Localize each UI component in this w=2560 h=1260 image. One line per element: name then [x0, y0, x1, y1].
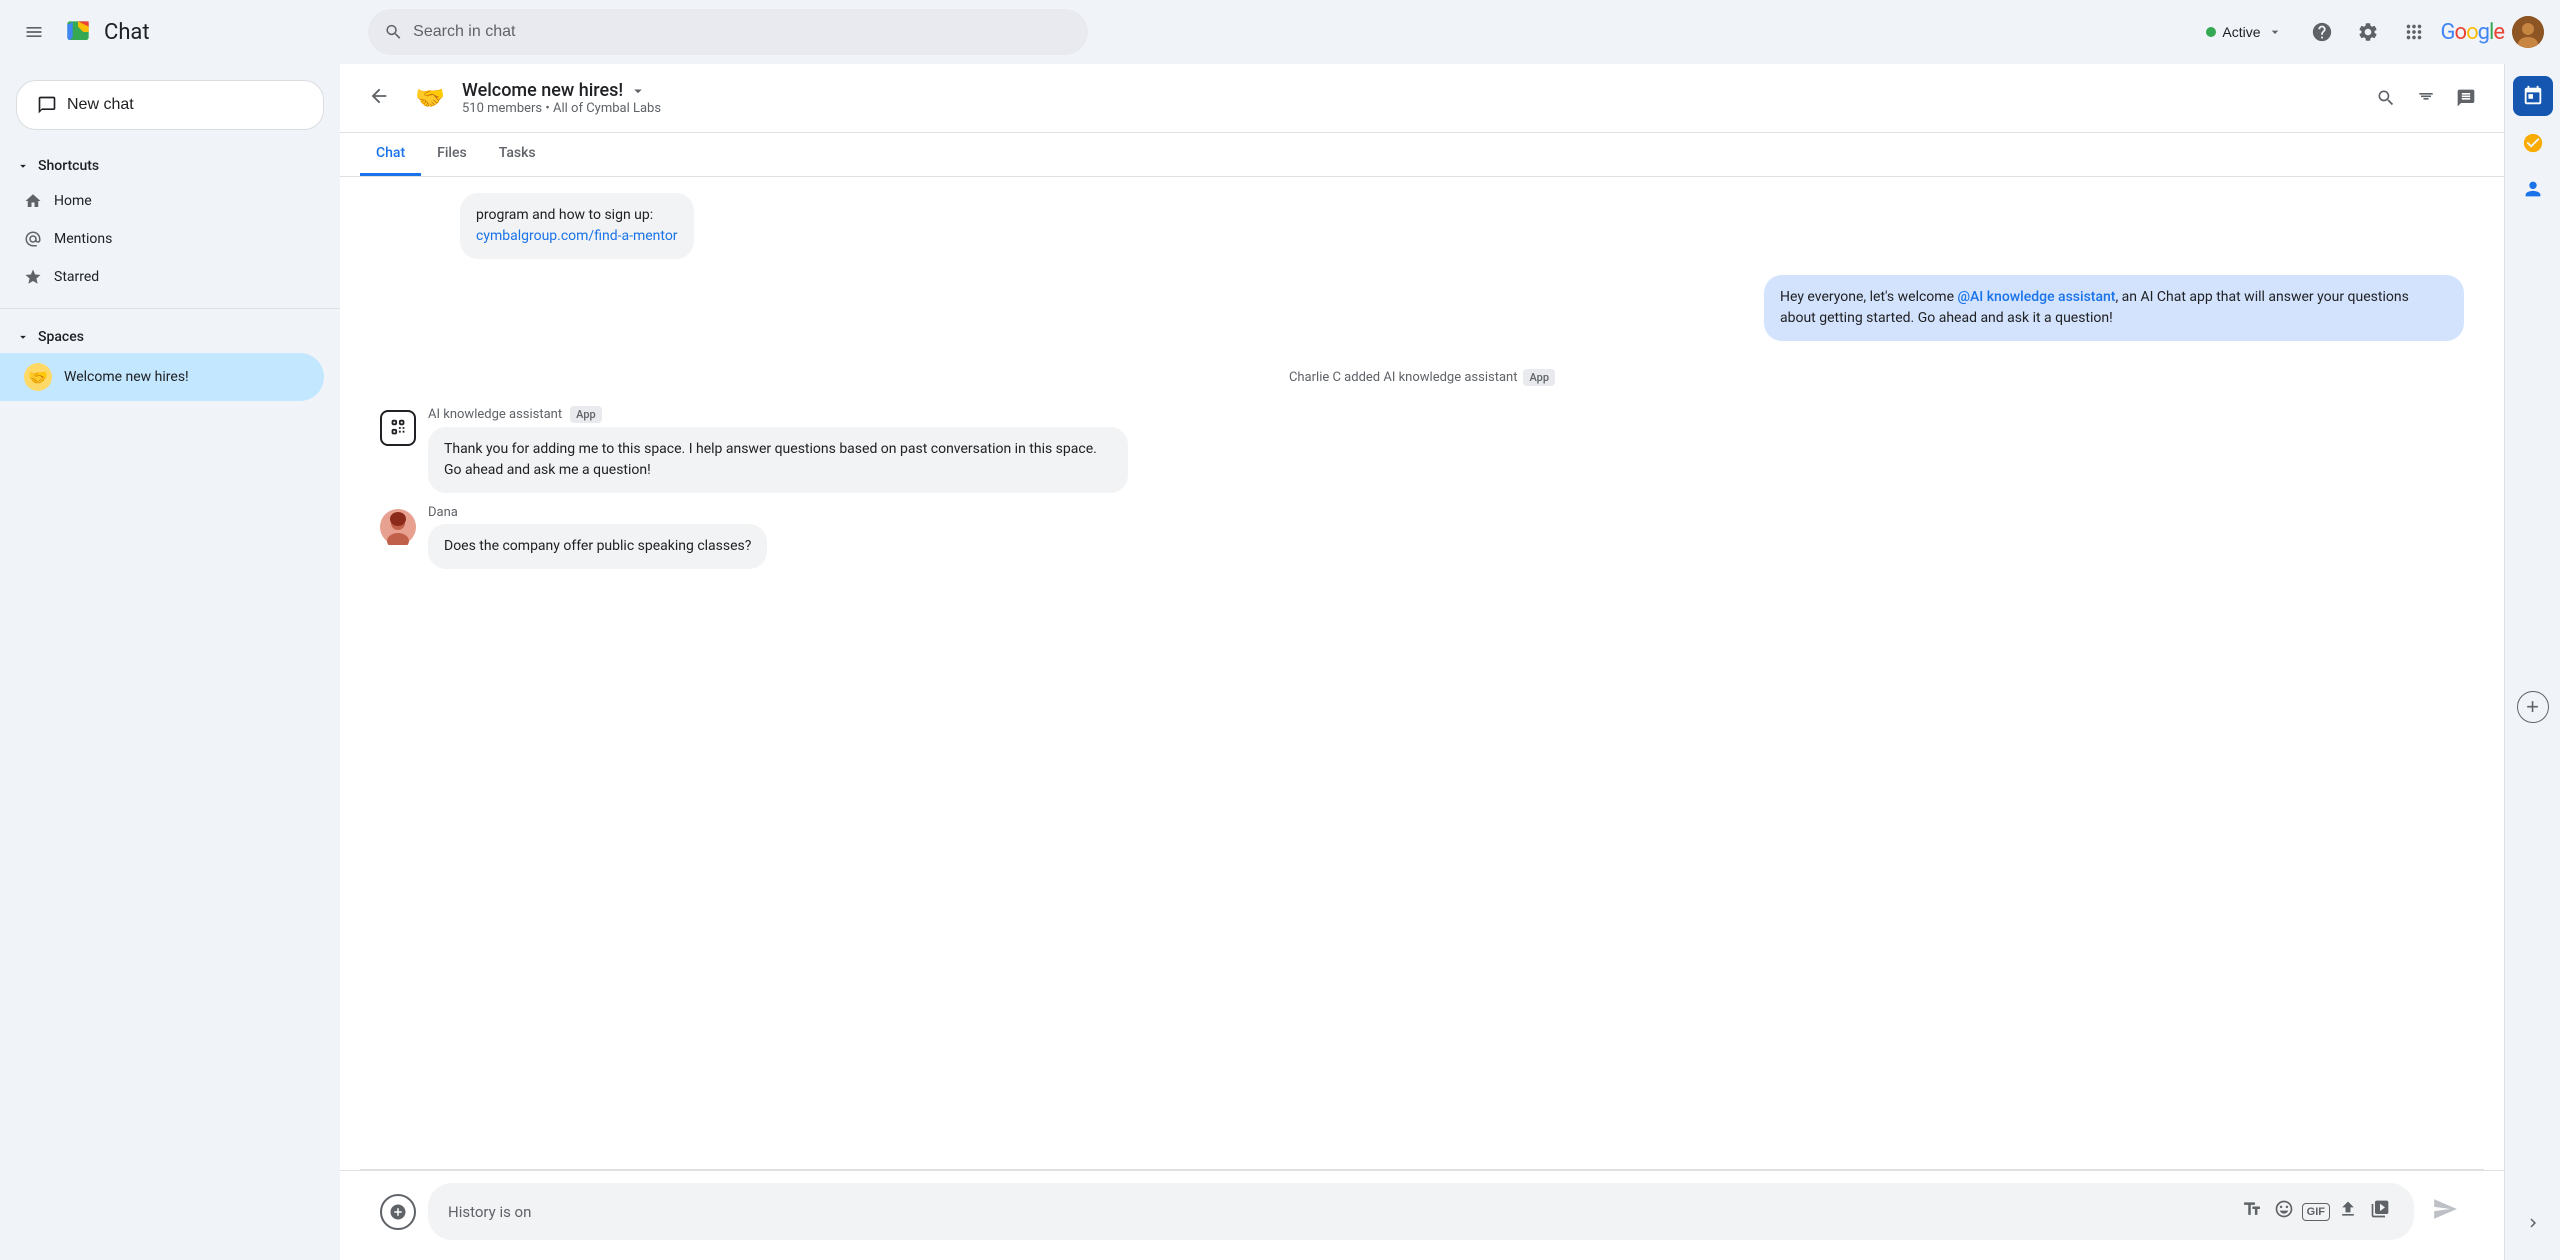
chevron-down-icon — [2267, 24, 2283, 40]
dana-avatar — [380, 509, 416, 545]
active-dot — [2206, 27, 2216, 37]
pinned-messages-button[interactable] — [2408, 80, 2444, 116]
emoji-button[interactable] — [2270, 1195, 2298, 1228]
ai-message-bubble: Thank you for adding me to this space. I… — [428, 427, 1128, 493]
back-button[interactable] — [360, 77, 398, 120]
threads-button[interactable] — [2448, 80, 2484, 116]
blue-message-row: Hey everyone, let's welcome @AI knowledg… — [380, 275, 2464, 341]
calendar-button[interactable] — [2513, 76, 2553, 116]
partial-message: program and how to sign up: cymbalgroup.… — [380, 193, 2464, 259]
partial-link[interactable]: cymbalgroup.com/find-a-mentor — [476, 228, 678, 244]
sidebar-item-home[interactable]: Home — [0, 182, 324, 220]
search-box[interactable] — [368, 9, 1088, 55]
shortcuts-section: Shortcuts Home Mentions Starred — [0, 150, 340, 296]
chat-header-actions — [2368, 80, 2484, 116]
attach-button[interactable] — [380, 1194, 416, 1230]
ai-sender-name: AI knowledge assistant App — [428, 406, 1128, 423]
system-text: Charlie C added AI knowledge assistant — [1289, 370, 1518, 385]
text-format-button[interactable] — [2238, 1195, 2266, 1228]
tasks-button[interactable] — [2514, 124, 2552, 162]
space-emoji: 🤝 — [24, 363, 52, 391]
space-name-label: Welcome new hires! — [64, 369, 189, 385]
new-chat-label: New chat — [67, 96, 134, 114]
chat-name-chevron-icon — [629, 82, 647, 100]
upload-button[interactable] — [2334, 1195, 2362, 1228]
input-placeholder: History is on — [448, 1203, 531, 1221]
ai-message-content: AI knowledge assistant App Thank you for… — [428, 406, 1128, 493]
spaces-section: Spaces 🤝 Welcome new hires! — [0, 321, 340, 401]
search-chat-button[interactable] — [2368, 80, 2404, 116]
tab-files[interactable]: Files — [421, 133, 483, 176]
chat-logo-icon — [62, 16, 94, 48]
app-badge-system: App — [1523, 369, 1555, 386]
search-input[interactable] — [413, 23, 1072, 41]
home-label: Home — [54, 193, 92, 209]
spaces-chevron-icon — [16, 330, 30, 344]
tab-tasks[interactable]: Tasks — [483, 133, 552, 176]
dana-message-row: Dana Does the company offer public speak… — [380, 505, 2464, 569]
partial-text: program and how to sign up: — [476, 207, 653, 223]
shortcuts-chevron-icon — [16, 159, 30, 173]
chat-header: 🤝 Welcome new hires! 510 members • All o… — [340, 64, 2504, 133]
status-button[interactable]: Active — [2194, 18, 2294, 46]
sidebar-item-starred[interactable]: Starred — [0, 258, 324, 296]
shortcuts-header[interactable]: Shortcuts — [0, 150, 340, 182]
messages-area: program and how to sign up: cymbalgroup.… — [340, 177, 2504, 1169]
video-button[interactable] — [2366, 1195, 2394, 1228]
starred-icon — [24, 268, 42, 286]
menu-button[interactable] — [16, 14, 52, 50]
chat-header-emoji: 🤝 — [408, 76, 452, 120]
spaces-header[interactable]: Spaces — [0, 321, 340, 353]
dana-message-content: Dana Does the company offer public speak… — [428, 505, 767, 569]
send-button[interactable] — [2426, 1190, 2464, 1234]
spaces-label: Spaces — [38, 329, 84, 345]
right-sidebar-bottom: + — [2517, 691, 2549, 723]
google-logo: Google — [2441, 20, 2504, 45]
chat-header-info: Welcome new hires! 510 members • All of … — [462, 80, 2368, 116]
help-button[interactable] — [2303, 13, 2341, 51]
dana-message-bubble: Does the company offer public speaking c… — [428, 524, 767, 569]
chat-content: 🤝 Welcome new hires! 510 members • All o… — [340, 64, 2504, 1260]
sidebar-item-mentions[interactable]: Mentions — [0, 220, 324, 258]
contacts-button[interactable] — [2514, 170, 2552, 208]
message-input-box[interactable]: History is on GIF — [428, 1183, 2414, 1240]
message-bubble-partial: program and how to sign up: cymbalgroup.… — [460, 193, 694, 259]
starred-label: Starred — [54, 269, 99, 285]
input-actions: GIF — [2238, 1195, 2394, 1228]
mentions-icon — [24, 230, 42, 248]
right-sidebar: + — [2504, 64, 2560, 1260]
dana-sender-name: Dana — [428, 505, 767, 520]
search-icon — [384, 22, 403, 42]
new-chat-button[interactable]: New chat — [16, 80, 324, 130]
chat-tabs: Chat Files Tasks — [340, 133, 2504, 177]
collapse-button[interactable] — [2516, 1206, 2550, 1240]
app-title: Chat — [104, 20, 150, 45]
apps-button[interactable] — [2395, 13, 2433, 51]
shortcuts-label: Shortcuts — [38, 158, 99, 174]
chat-name[interactable]: Welcome new hires! — [462, 80, 2368, 101]
mentions-label: Mentions — [54, 231, 112, 247]
ai-message-row: AI knowledge assistant App Thank you for… — [380, 406, 2464, 493]
sidebar-item-welcome-space[interactable]: 🤝 Welcome new hires! — [0, 353, 324, 401]
new-chat-icon — [37, 95, 57, 115]
input-area: History is on GIF — [340, 1170, 2504, 1260]
gif-button[interactable]: GIF — [2302, 1203, 2330, 1221]
user-avatar[interactable] — [2512, 16, 2544, 48]
mention-ai: @AI knowledge assistant — [1957, 289, 2115, 305]
expand-button[interactable]: + — [2517, 691, 2549, 723]
home-icon — [24, 192, 42, 210]
status-label: Active — [2222, 24, 2260, 40]
tab-chat[interactable]: Chat — [360, 133, 421, 176]
message-bubble-blue: Hey everyone, let's welcome @AI knowledg… — [1764, 275, 2464, 341]
settings-button[interactable] — [2349, 13, 2387, 51]
system-message: Charlie C added AI knowledge assistant A… — [380, 361, 2464, 394]
chat-header-meta: 510 members • All of Cymbal Labs — [462, 101, 2368, 116]
app-badge-ai: App — [570, 406, 602, 423]
ai-avatar — [380, 410, 416, 446]
sidebar: New chat Shortcuts Home Mentions — [0, 64, 340, 1260]
